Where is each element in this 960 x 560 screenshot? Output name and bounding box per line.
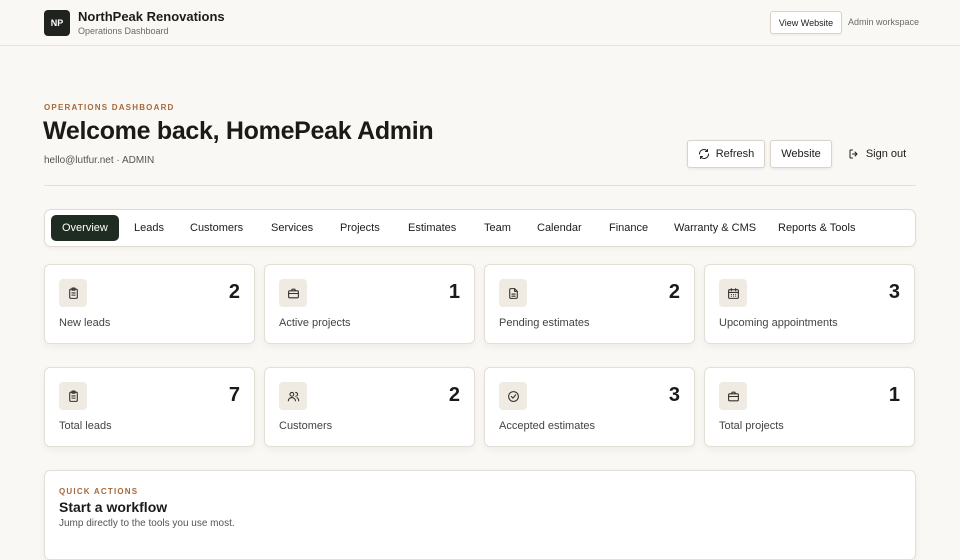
quick-actions-eyebrow: QUICK ACTIONS	[59, 487, 139, 496]
refresh-icon	[698, 148, 710, 160]
quick-actions-panel: QUICK ACTIONS Start a workflow Jump dire…	[44, 470, 916, 560]
stat-label: Accepted estimates	[499, 420, 595, 432]
briefcase-icon	[719, 382, 747, 410]
stat-value: 2	[668, 281, 680, 303]
sign-out-button[interactable]: Sign out	[840, 140, 914, 168]
stat-card-customers[interactable]: 2 Customers	[264, 367, 475, 447]
clipboard-icon	[59, 382, 87, 410]
users-icon	[279, 382, 307, 410]
stat-card-new-leads[interactable]: 2 New leads	[44, 264, 255, 344]
stat-card-total-leads[interactable]: 7 Total leads	[44, 367, 255, 447]
page-title: Welcome back, HomePeak Admin	[43, 117, 434, 145]
stat-value: 1	[888, 384, 900, 406]
tab-services[interactable]: Services	[260, 215, 324, 241]
stat-value: 3	[888, 281, 900, 303]
user-email-role: hello@lutfur.net · ADMIN	[44, 155, 155, 166]
website-label: Website	[781, 148, 821, 160]
tab-leads[interactable]: Leads	[123, 215, 175, 241]
tab-finance[interactable]: Finance	[598, 215, 659, 241]
tab-warranty-cms[interactable]: Warranty & CMS	[663, 215, 767, 241]
stat-card-total-projects[interactable]: 1 Total projects	[704, 367, 915, 447]
stat-label: New leads	[59, 317, 111, 329]
stat-card-upcoming-appointments[interactable]: 3 Upcoming appointments	[704, 264, 915, 344]
stat-card-active-projects[interactable]: 1 Active projects	[264, 264, 475, 344]
stat-card-pending-estimates[interactable]: 2 Pending estimates	[484, 264, 695, 344]
clipboard-icon	[59, 279, 87, 307]
refresh-button[interactable]: Refresh	[687, 140, 765, 168]
tab-estimates[interactable]: Estimates	[397, 215, 467, 241]
stat-value: 1	[448, 281, 460, 303]
document-icon	[499, 279, 527, 307]
top-bar: NP NorthPeak Renovations Operations Dash…	[0, 0, 960, 46]
tab-bar: Overview Leads Customers Services Projec…	[44, 209, 916, 247]
quick-actions-title: Start a workflow	[59, 499, 168, 515]
brand-name: NorthPeak Renovations	[78, 9, 225, 24]
page-eyebrow: OPERATIONS DASHBOARD	[44, 103, 175, 112]
quick-actions-subtitle: Jump directly to the tools you use most.	[59, 518, 235, 529]
stat-label: Total projects	[719, 420, 784, 432]
stat-label: Total leads	[59, 420, 112, 432]
workspace-label: Admin workspace	[848, 17, 920, 27]
stat-value: 2	[448, 384, 460, 406]
tab-calendar[interactable]: Calendar	[526, 215, 593, 241]
briefcase-icon	[279, 279, 307, 307]
brand-logo[interactable]: NP	[44, 10, 70, 36]
brand-subtitle: Operations Dashboard	[78, 26, 169, 36]
stat-value: 3	[668, 384, 680, 406]
tab-team[interactable]: Team	[473, 215, 522, 241]
stat-label: Upcoming appointments	[719, 317, 838, 329]
tab-overview[interactable]: Overview	[51, 215, 119, 241]
sign-out-label: Sign out	[865, 148, 907, 160]
tab-projects[interactable]: Projects	[329, 215, 391, 241]
calendar-icon	[719, 279, 747, 307]
check-circle-icon	[499, 382, 527, 410]
stat-value: 7	[228, 384, 240, 406]
stat-card-accepted-estimates[interactable]: 3 Accepted estimates	[484, 367, 695, 447]
stat-label: Pending estimates	[499, 317, 590, 329]
stat-label: Active projects	[279, 317, 351, 329]
view-website-button[interactable]: View Website	[770, 11, 842, 34]
sign-out-icon	[848, 148, 860, 160]
tab-reports-tools[interactable]: Reports & Tools	[767, 215, 866, 241]
stat-value: 2	[228, 281, 240, 303]
stat-label: Customers	[279, 420, 333, 432]
tab-customers[interactable]: Customers	[179, 215, 254, 241]
refresh-label: Refresh	[715, 148, 755, 160]
header-divider	[44, 185, 916, 186]
website-button[interactable]: Website	[770, 140, 832, 168]
